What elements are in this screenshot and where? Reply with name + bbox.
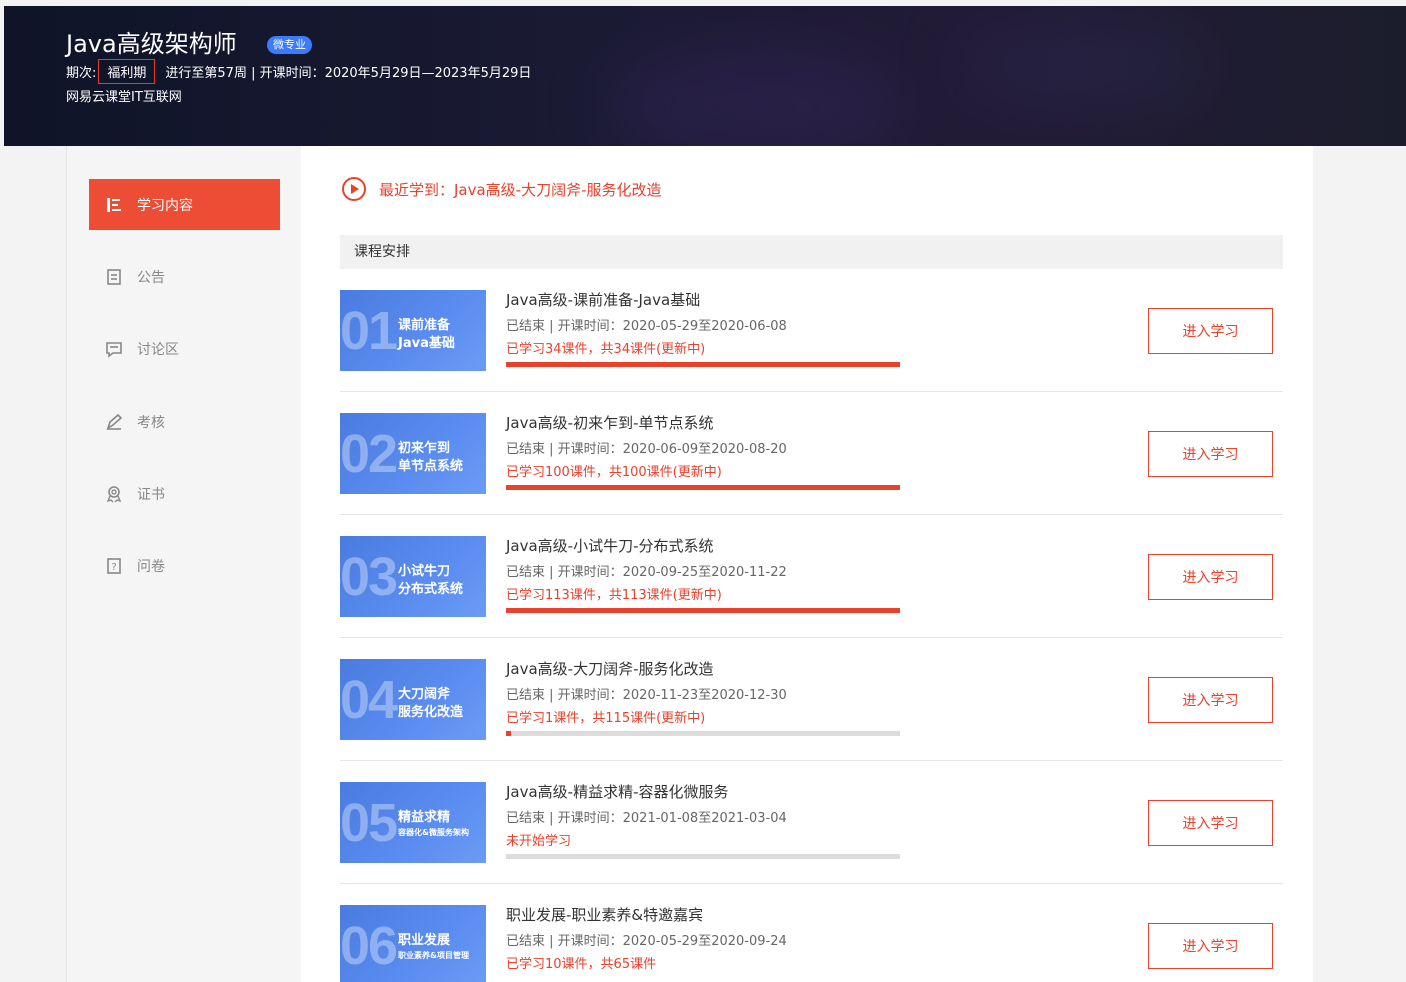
course-row: 06 职业发展 职业素养&项目管理 职业发展-职业素养&特邀嘉宾 已结束 | 开…: [340, 884, 1283, 982]
course-schedule: 已结束 | 开课时间：2020-06-09至2020-08-20: [506, 442, 787, 457]
thumbnail-title: 课前准备: [398, 318, 451, 333]
play-icon: [342, 177, 366, 201]
thumbnail-subtitle: Java基础: [398, 336, 455, 351]
course-progress-text: 已学习34课件，共34课件(更新中): [506, 342, 706, 357]
course-schedule: 已结束 | 开课时间：2021-01-08至2021-03-04: [506, 811, 787, 826]
progress-bar-fill: [506, 731, 511, 736]
course-number: 06: [340, 916, 398, 976]
course-progress-text: 已学习113课件，共113课件(更新中): [506, 588, 722, 603]
exam-icon: [105, 413, 123, 431]
course-schedule: 已结束 | 开课时间：2020-05-29至2020-06-08: [506, 319, 787, 334]
course-number: 05: [340, 793, 398, 853]
thumbnail-title: 职业发展: [398, 933, 451, 948]
course-number: 02: [340, 424, 398, 484]
period-label: 期次:: [66, 66, 97, 81]
recent-study-text: 最近学到：Java高级-大刀阔斧-服务化改造: [379, 180, 662, 199]
course-number: 01: [340, 301, 398, 361]
course-thumbnail[interactable]: 05 精益求精 容器化&微服务架构: [340, 782, 486, 863]
sidebar-item-label: 学习内容: [137, 197, 193, 214]
progress-bar: [506, 731, 900, 736]
progress-bar-fill: [506, 608, 900, 613]
sidebar: 学习内容 公告 讨论区 考核 证书 ? 问卷: [66, 146, 301, 982]
progress-bar-fill: [506, 485, 900, 490]
course-row: 01 课前准备 Java基础 Java高级-课前准备-Java基础 已结束 | …: [340, 269, 1283, 392]
course-title: Java高级架构师: [66, 30, 237, 58]
course-schedule: 已结束 | 开课时间：2020-09-25至2020-11-22: [506, 565, 787, 580]
course-thumbnail[interactable]: 01 课前准备 Java基础: [340, 290, 486, 371]
course-title[interactable]: Java高级-课前准备-Java基础: [506, 289, 700, 310]
course-header: Java高级架构师 微专业 期次: 福利期 进行至第57周 | 开课时间：202…: [4, 6, 1406, 146]
announcement-icon: [105, 268, 123, 286]
course-row: 02 初来乍到 单节点系统 Java高级-初来乍到-单节点系统 已结束 | 开课…: [340, 392, 1283, 515]
course-number: 03: [340, 547, 398, 607]
course-progress-text: 未开始学习: [506, 834, 572, 849]
course-schedule: 已结束 | 开课时间：2020-05-29至2020-09-24: [506, 934, 787, 949]
micro-major-badge: 微专业: [267, 36, 312, 54]
sidebar-item-questionnaire[interactable]: ? 问卷: [89, 540, 280, 591]
course-row: 05 精益求精 容器化&微服务架构 Java高级-精益求精-容器化微服务 已结束…: [340, 761, 1283, 884]
enter-study-button[interactable]: 进入学习: [1148, 431, 1273, 477]
progress-bar: [506, 854, 900, 859]
sidebar-item-discussion[interactable]: 讨论区: [89, 323, 280, 374]
course-title[interactable]: Java高级-初来乍到-单节点系统: [506, 412, 714, 433]
course-title[interactable]: 职业发展-职业素养&特邀嘉宾: [506, 904, 703, 925]
discussion-icon: [105, 340, 123, 358]
course-thumbnail[interactable]: 02 初来乍到 单节点系统: [340, 413, 486, 494]
course-number: 04: [340, 670, 398, 730]
course-title[interactable]: Java高级-大刀阔斧-服务化改造: [506, 658, 714, 679]
enter-study-button[interactable]: 进入学习: [1148, 923, 1273, 969]
course-schedule: 已结束 | 开课时间：2020-11-23至2020-12-30: [506, 688, 787, 703]
course-progress-text: 已学习10课件，共65课件: [506, 957, 657, 972]
enter-study-button[interactable]: 进入学习: [1148, 800, 1273, 846]
progress-bar: [506, 362, 900, 367]
sidebar-item-announcement[interactable]: 公告: [89, 251, 280, 302]
course-row: 04 大刀阔斧 服务化改造 Java高级-大刀阔斧-服务化改造 已结束 | 开课…: [340, 638, 1283, 761]
enter-study-button[interactable]: 进入学习: [1148, 677, 1273, 723]
thumbnail-subtitle: 职业素养&项目管理: [398, 951, 469, 960]
schedule-text: 进行至第57周 | 开课时间：2020年5月29日—2023年5月29日: [165, 66, 532, 81]
thumbnail-subtitle: 容器化&微服务架构: [398, 828, 469, 837]
course-title[interactable]: Java高级-小试牛刀-分布式系统: [506, 535, 714, 556]
thumbnail-subtitle: 服务化改造: [398, 705, 464, 720]
course-progress-text: 已学习1课件，共115课件(更新中): [506, 711, 706, 726]
course-thumbnail[interactable]: 03 小试牛刀 分布式系统: [340, 536, 486, 617]
thumbnail-title: 大刀阔斧: [398, 687, 451, 702]
enter-study-button[interactable]: 进入学习: [1148, 554, 1273, 600]
thumbnail-title: 精益求精: [398, 810, 451, 825]
progress-bar: [506, 485, 900, 490]
sidebar-item-label: 讨论区: [137, 341, 179, 358]
period-select[interactable]: 福利期: [98, 59, 156, 84]
thumbnail-subtitle: 分布式系统: [398, 582, 464, 597]
sidebar-item-exam[interactable]: 考核: [89, 396, 280, 447]
period-info: 期次: 福利期 进行至第57周 | 开课时间：2020年5月29日—2023年5…: [66, 59, 531, 84]
progress-bar-fill: [506, 362, 900, 367]
svg-text:?: ?: [111, 562, 116, 573]
study-content-icon: [105, 196, 123, 214]
thumbnail-subtitle: 单节点系统: [398, 459, 464, 474]
sidebar-item-label: 证书: [137, 486, 165, 503]
course-row: 03 小试牛刀 分布式系统 Java高级-小试牛刀-分布式系统 已结束 | 开课…: [340, 515, 1283, 638]
certificate-icon: [105, 485, 123, 503]
section-title: 课程安排: [340, 235, 1283, 269]
course-thumbnail[interactable]: 06 职业发展 职业素养&项目管理: [340, 905, 486, 982]
progress-bar: [506, 608, 900, 613]
questionnaire-icon: ?: [105, 557, 123, 575]
course-progress-text: 已学习100课件，共100课件(更新中): [506, 465, 722, 480]
course-title[interactable]: Java高级-精益求精-容器化微服务: [506, 781, 729, 802]
enter-study-button[interactable]: 进入学习: [1148, 308, 1273, 354]
sidebar-item-study-content[interactable]: 学习内容: [89, 179, 280, 230]
recent-study-link[interactable]: 最近学到：Java高级-大刀阔斧-服务化改造: [341, 176, 662, 202]
thumbnail-title: 小试牛刀: [398, 564, 451, 579]
sidebar-item-certificate[interactable]: 证书: [89, 468, 280, 519]
thumbnail-title: 初来乍到: [398, 441, 451, 456]
course-thumbnail[interactable]: 04 大刀阔斧 服务化改造: [340, 659, 486, 740]
organization-name[interactable]: 网易云课堂IT互联网: [66, 86, 182, 105]
sidebar-item-label: 问卷: [137, 558, 165, 575]
sidebar-item-label: 考核: [137, 414, 165, 431]
sidebar-item-label: 公告: [137, 269, 165, 286]
main-content: 最近学到：Java高级-大刀阔斧-服务化改造 课程安排 01 课前准备 Java…: [301, 146, 1313, 982]
